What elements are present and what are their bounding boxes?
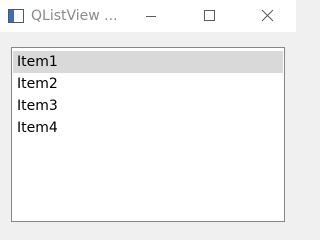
list-item-4[interactable]: Item4 <box>13 117 283 139</box>
title-bar[interactable]: QListView ... <box>0 0 296 32</box>
list-item-2[interactable]: Item2 <box>13 73 283 95</box>
app-window: QListView ... Item1 Item2 Item3 Item4 <box>0 0 296 236</box>
list-item-3[interactable]: Item3 <box>13 95 283 117</box>
close-icon <box>261 9 274 22</box>
minimize-button[interactable] <box>128 0 174 32</box>
maximize-icon <box>204 10 215 21</box>
window-title: QListView ... <box>31 8 118 24</box>
list-item-1[interactable]: Item1 <box>13 51 283 73</box>
window-app-icon[interactable] <box>8 9 24 23</box>
maximize-button[interactable] <box>186 0 232 32</box>
window-app-icon-accent <box>9 10 14 22</box>
minimize-icon <box>146 16 156 17</box>
list-view[interactable]: Item1 Item2 Item3 Item4 <box>11 47 285 222</box>
close-button[interactable] <box>244 0 290 32</box>
